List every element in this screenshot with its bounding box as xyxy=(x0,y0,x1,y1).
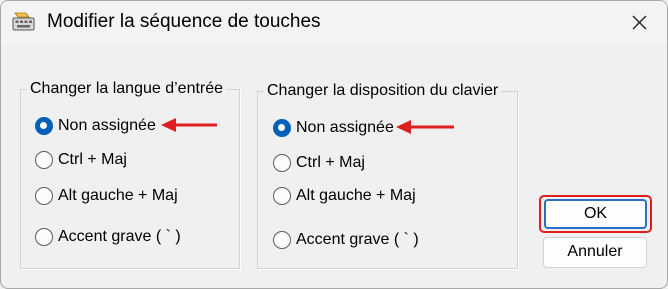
radio-icon[interactable] xyxy=(273,231,291,249)
radio-icon[interactable] xyxy=(273,154,291,172)
close-icon xyxy=(632,15,647,30)
option-label: Non assignée xyxy=(296,119,394,136)
keyboard-icon xyxy=(12,12,36,32)
close-button[interactable] xyxy=(613,1,667,45)
input-language-legend: Changer la langue d’entrée xyxy=(30,80,224,97)
red-arrow-icon xyxy=(161,118,217,132)
title-bar: Modifier la séquence de touches xyxy=(1,1,667,45)
radio-icon[interactable] xyxy=(35,187,53,205)
radio-checked-icon[interactable] xyxy=(273,119,291,137)
option-label: Accent grave ( ` ) xyxy=(58,228,181,245)
window-title: Modifier la séquence de touches xyxy=(47,11,321,32)
red-arrow-icon xyxy=(396,120,454,134)
option-label: Alt gauche + Maj xyxy=(58,187,178,204)
radio-icon[interactable] xyxy=(35,228,53,246)
cancel-button[interactable]: Annuler xyxy=(543,237,647,268)
option-label: Accent grave ( ` ) xyxy=(296,231,419,248)
dialog-window: Modifier la séquence de touches Changer … xyxy=(0,0,668,289)
option-label: Ctrl + Maj xyxy=(58,151,127,168)
ok-button[interactable]: OK xyxy=(544,199,647,229)
radio-icon[interactable] xyxy=(273,187,291,205)
radio-icon[interactable] xyxy=(35,151,53,169)
radio-checked-icon[interactable] xyxy=(35,117,53,135)
option-label: Non assignée xyxy=(58,117,156,134)
option-label: Ctrl + Maj xyxy=(296,154,365,171)
keyboard-layout-legend: Changer la disposition du clavier xyxy=(267,82,499,99)
option-label: Alt gauche + Maj xyxy=(296,187,416,204)
